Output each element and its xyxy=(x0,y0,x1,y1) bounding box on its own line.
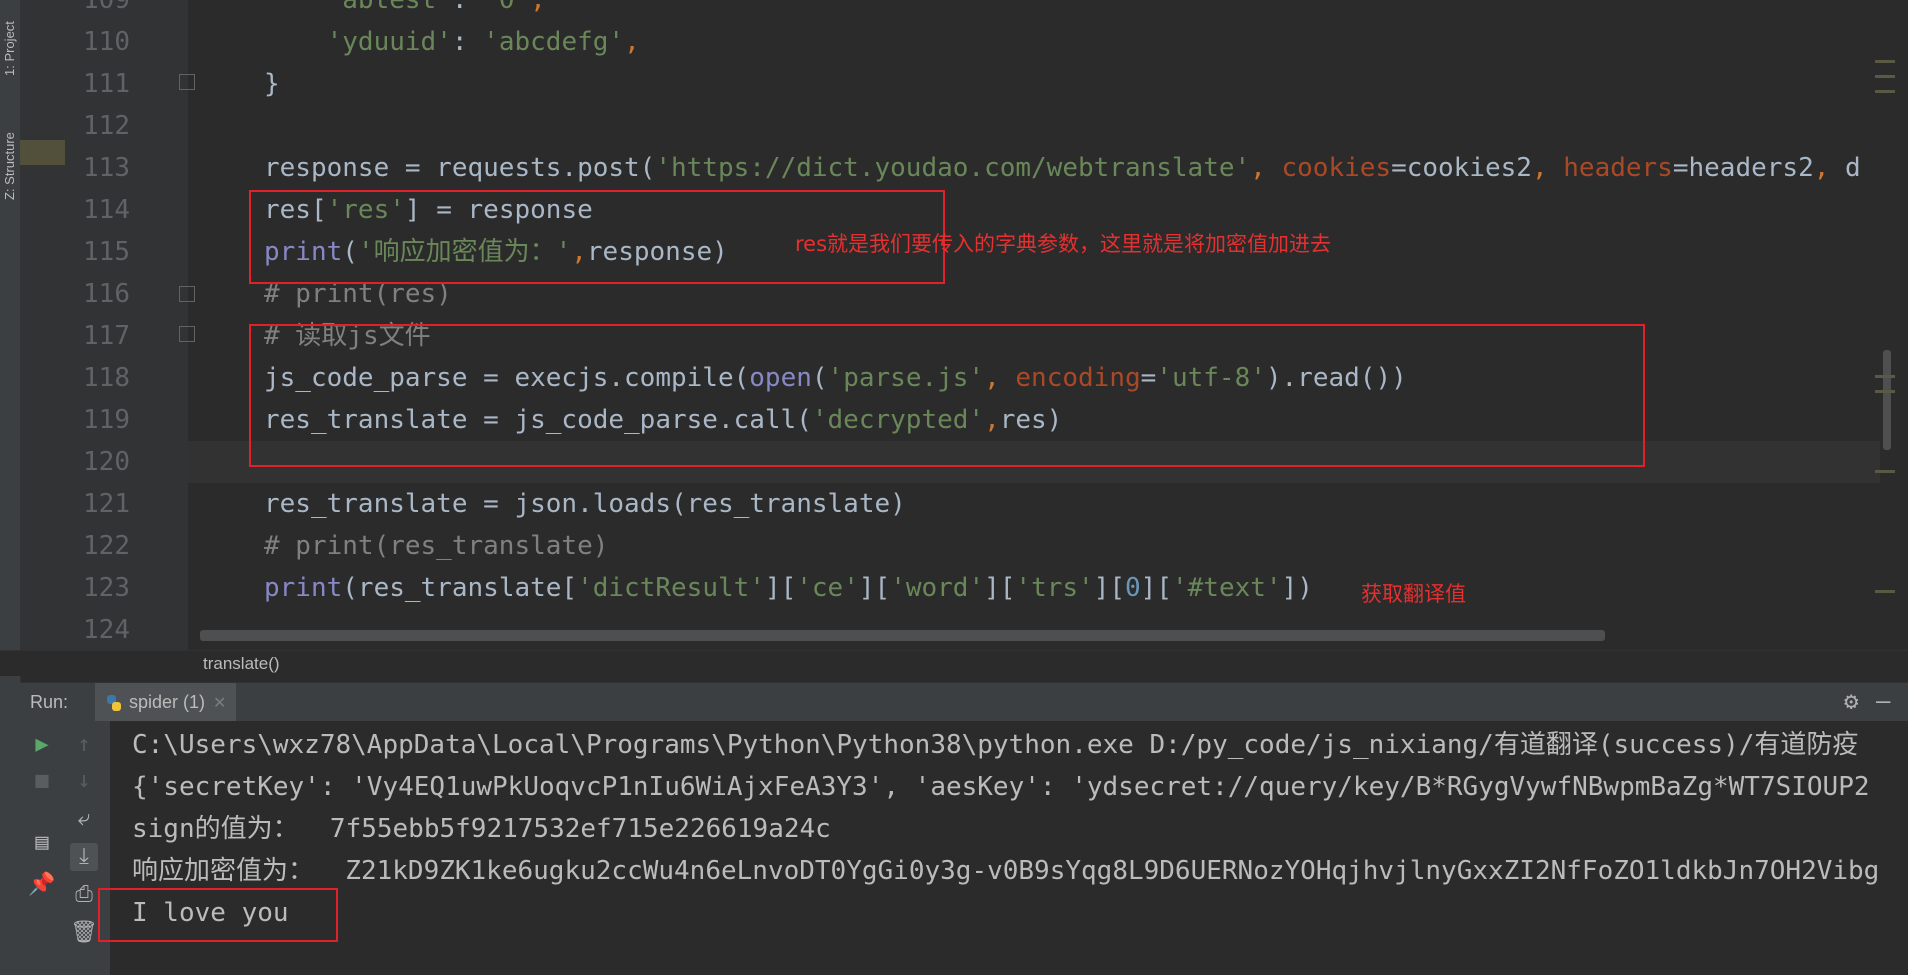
run-toolbar: Run: spider (1) ✕ ⚙ — xyxy=(20,682,1908,721)
error-stripe-mark[interactable] xyxy=(1875,390,1895,393)
run-label: Run: xyxy=(30,692,69,712)
code-line: response = requests.post('https://dict.y… xyxy=(264,153,1861,183)
code-line: 'abtest': '0', xyxy=(326,0,546,15)
scroll-to-end-icon[interactable]: ⤓ xyxy=(70,843,98,871)
console-line: sign的值为： 7f55ebb5f9217532ef715e226619a24… xyxy=(132,814,831,844)
highlight-box-result xyxy=(98,888,338,942)
error-stripe-mark[interactable] xyxy=(1875,75,1895,78)
horizontal-scrollbar[interactable] xyxy=(200,630,1605,641)
line-number: 110 xyxy=(83,27,130,57)
code-line: print(res_translate['dictResult']['ce'][… xyxy=(264,573,1313,603)
trash-icon[interactable]: 🗑 xyxy=(70,919,98,947)
code-line: } xyxy=(264,69,280,99)
line-number: 109 xyxy=(83,0,130,15)
breadcrumb-item[interactable]: translate() xyxy=(203,651,280,676)
breadcrumb: translate() xyxy=(0,650,1908,676)
run-tool-column: ▶ ↑ ■ ↓ ⤶ ▤ ⤓ 📌 ⎙ 🗑 xyxy=(20,721,110,975)
code-editor[interactable]: 'abtest': '0', 'yduuid': 'abcdefg',} resp… xyxy=(188,0,1908,650)
python-icon xyxy=(107,695,121,712)
soft-wrap-icon[interactable]: ⤶ xyxy=(70,805,98,833)
layout-icon[interactable]: ▤ xyxy=(28,829,56,857)
line-number: 113 xyxy=(83,153,130,183)
code-line: 'yduuid': 'abcdefg', xyxy=(326,27,640,57)
up-arrow-icon[interactable]: ↑ xyxy=(70,731,98,759)
error-stripe-mark[interactable] xyxy=(1875,590,1895,593)
line-number: 112 xyxy=(83,111,130,141)
console-line: 响应加密值为： Z21kD9ZK1ke6ugku2ccWu4n6eLnvoDT0… xyxy=(132,856,1880,886)
print-icon[interactable]: ⎙ xyxy=(70,881,98,909)
highlight-box-js-parse xyxy=(249,324,1645,467)
bookmark-marker xyxy=(20,140,65,165)
line-number: 119 xyxy=(83,405,130,435)
tool-window-strip: 1: Project Z: Structure xyxy=(0,0,21,975)
line-number: 123 xyxy=(83,573,130,603)
console-line: C:\Users\wxz78\AppData\Local\Programs\Py… xyxy=(132,730,1859,760)
scroll-thumb[interactable] xyxy=(1883,350,1891,450)
vertical-scrollbar[interactable] xyxy=(1880,0,1908,650)
error-stripe-mark[interactable] xyxy=(1875,470,1895,473)
close-tab-icon[interactable]: ✕ xyxy=(213,695,226,712)
console-line: {'secretKey': 'Vy4EQ1uwPkUoqvcP1nIu6WiAj… xyxy=(132,772,1870,802)
line-number: 124 xyxy=(83,615,130,645)
error-stripe-mark[interactable] xyxy=(1875,60,1895,63)
error-stripe-mark[interactable] xyxy=(1875,90,1895,93)
pin-icon[interactable]: 📌 xyxy=(28,871,56,899)
line-number: 115 xyxy=(83,237,130,267)
gear-icon[interactable]: ⚙ xyxy=(1844,689,1868,713)
structure-tool-tab[interactable]: Z: Structure xyxy=(0,90,20,210)
line-number: 111 xyxy=(83,69,130,99)
console-output[interactable]: C:\Users\wxz78\AppData\Local\Programs\Py… xyxy=(98,721,1908,975)
line-number: 114 xyxy=(83,195,130,225)
project-tab-label: 1: Project xyxy=(2,21,17,76)
line-number: 117 xyxy=(83,321,130,351)
error-stripe-mark[interactable] xyxy=(1875,375,1895,378)
line-number: 122 xyxy=(83,531,130,561)
annotation-res-note: res就是我们要传入的字典参数，这里就是将加密值加进去 xyxy=(795,232,1332,256)
line-number: 116 xyxy=(83,279,130,309)
run-tab[interactable]: spider (1) ✕ xyxy=(95,683,237,721)
stop-icon[interactable]: ■ xyxy=(28,767,56,795)
line-number: 121 xyxy=(83,489,130,519)
run-tab-label: spider (1) xyxy=(129,692,206,712)
annotation-translate-note: 获取翻译值 xyxy=(1361,582,1466,606)
structure-tab-label: Z: Structure xyxy=(2,132,17,200)
down-arrow-icon[interactable]: ↓ xyxy=(70,767,98,795)
code-line: res_translate = json.loads(res_translate… xyxy=(264,489,906,519)
code-line: # print(res_translate) xyxy=(264,531,609,561)
line-number: 118 xyxy=(83,363,130,393)
rerun-icon[interactable]: ▶ xyxy=(28,731,56,759)
minimize-icon[interactable]: — xyxy=(1876,689,1898,713)
line-number: 120 xyxy=(83,447,130,477)
